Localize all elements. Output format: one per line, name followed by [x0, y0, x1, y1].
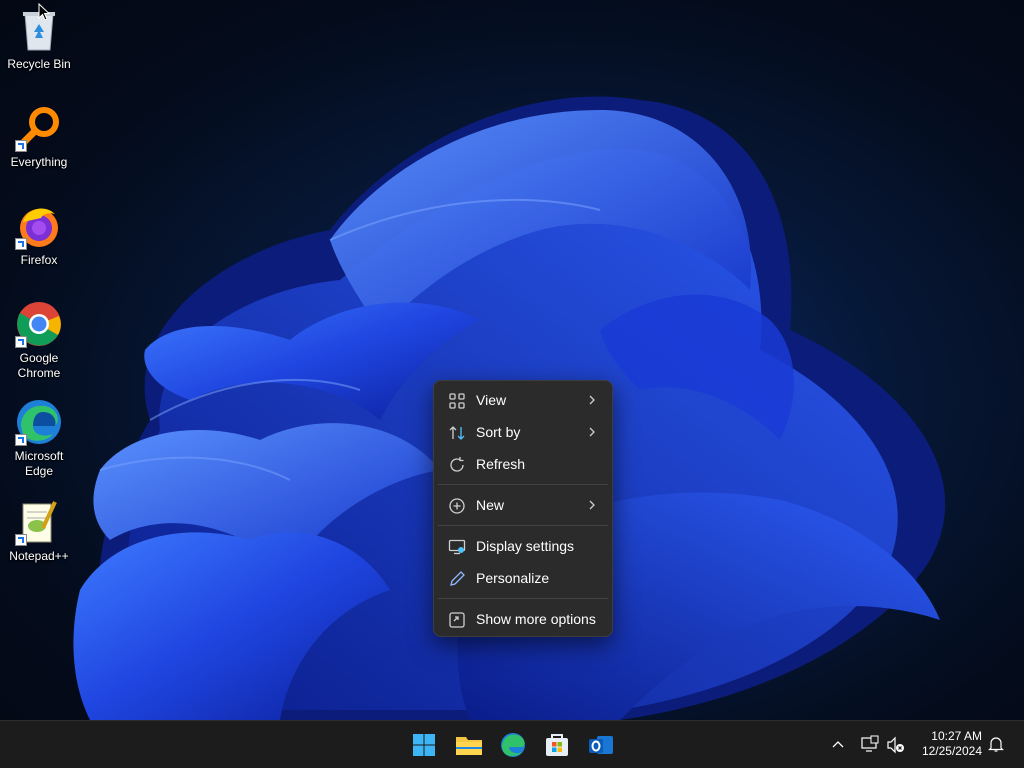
taskbar-file-explorer[interactable]	[453, 729, 485, 761]
network-icon[interactable]	[860, 735, 880, 755]
firefox-icon	[15, 202, 63, 250]
menu-item-show-more-options[interactable]: Show more options	[434, 603, 612, 635]
menu-item-refresh[interactable]: Refresh	[434, 448, 612, 480]
menu-separator	[438, 484, 608, 485]
chevron-right-icon	[589, 427, 595, 437]
outlook-icon	[589, 736, 613, 754]
edge-icon	[15, 398, 63, 446]
desktop-icon-notepadpp[interactable]: Notepad++	[0, 498, 78, 564]
volume-muted-icon[interactable]	[886, 735, 906, 755]
chevron-right-icon	[589, 395, 595, 405]
store-icon	[546, 734, 568, 756]
desktop-icon-everything[interactable]: Everything	[0, 104, 78, 170]
menu-item-sort-by[interactable]: Sort by	[434, 416, 612, 448]
grid-view-icon	[449, 393, 465, 409]
menu-separator	[438, 598, 608, 599]
taskbar-clock[interactable]: 10:27 AM 12/25/2024	[922, 729, 982, 759]
desktop-icon-firefox[interactable]: Firefox	[0, 202, 78, 268]
desktop-icon-label: Microsoft Edge	[14, 449, 64, 478]
chevron-up-icon[interactable]	[830, 737, 846, 753]
menu-item-label: Sort by	[476, 424, 521, 440]
desktop-icon-label: Everything	[10, 155, 68, 169]
shortcut-arrow-icon	[15, 336, 27, 348]
mouse-cursor-icon	[38, 3, 50, 21]
taskbar-store[interactable]	[541, 729, 573, 761]
shortcut-arrow-icon	[15, 434, 27, 446]
chevron-right-icon	[589, 500, 595, 510]
notification-bell-icon[interactable]	[987, 735, 1005, 753]
menu-item-label: Show more options	[476, 611, 596, 627]
clock-time: 10:27 AM	[931, 729, 982, 743]
show-more-icon	[449, 612, 465, 628]
notepadpp-icon	[15, 498, 63, 546]
desktop-icon-label: Firefox	[20, 253, 58, 267]
shortcut-arrow-icon	[15, 238, 27, 250]
menu-item-label: Display settings	[476, 538, 575, 554]
pen-icon	[450, 571, 465, 586]
taskbar: 10:27 AM 12/25/2024	[0, 720, 1024, 768]
everything-search-icon	[15, 104, 63, 152]
menu-item-label: Refresh	[476, 456, 526, 472]
desktop-icon-label: Recycle Bin	[7, 57, 71, 71]
refresh-icon	[450, 457, 464, 472]
desktop-icon-chrome[interactable]: Google Chrome	[0, 300, 78, 381]
desktop-icon-label: Google Chrome	[17, 351, 61, 380]
taskbar-outlook[interactable]	[585, 729, 617, 761]
start-icon	[413, 734, 435, 756]
taskbar-edge[interactable]	[497, 729, 529, 761]
sort-icon	[449, 426, 465, 440]
clock-date: 12/25/2024	[921, 744, 982, 758]
edge-icon	[501, 733, 525, 757]
shortcut-arrow-icon	[15, 140, 27, 152]
menu-item-label: View	[476, 392, 507, 408]
desktop-icon-edge[interactable]: Microsoft Edge	[0, 398, 78, 479]
menu-item-label: Personalize	[476, 570, 550, 586]
menu-item-personalize[interactable]: Personalize	[434, 562, 612, 594]
chrome-icon	[15, 300, 63, 348]
menu-item-display-settings[interactable]: Display settings	[434, 530, 612, 562]
menu-item-label: New	[476, 497, 505, 513]
file-explorer-icon	[456, 737, 482, 755]
plus-circle-icon	[449, 498, 465, 514]
desktop-context-menu: View Sort by Refresh New Display setting…	[433, 380, 613, 637]
display-settings-icon	[448, 539, 466, 555]
shortcut-arrow-icon	[15, 534, 27, 546]
start-button[interactable]	[408, 729, 440, 761]
desktop-icon-label: Notepad++	[9, 549, 69, 563]
menu-item-view[interactable]: View	[434, 384, 612, 416]
menu-separator	[438, 525, 608, 526]
menu-item-new[interactable]: New	[434, 489, 612, 521]
